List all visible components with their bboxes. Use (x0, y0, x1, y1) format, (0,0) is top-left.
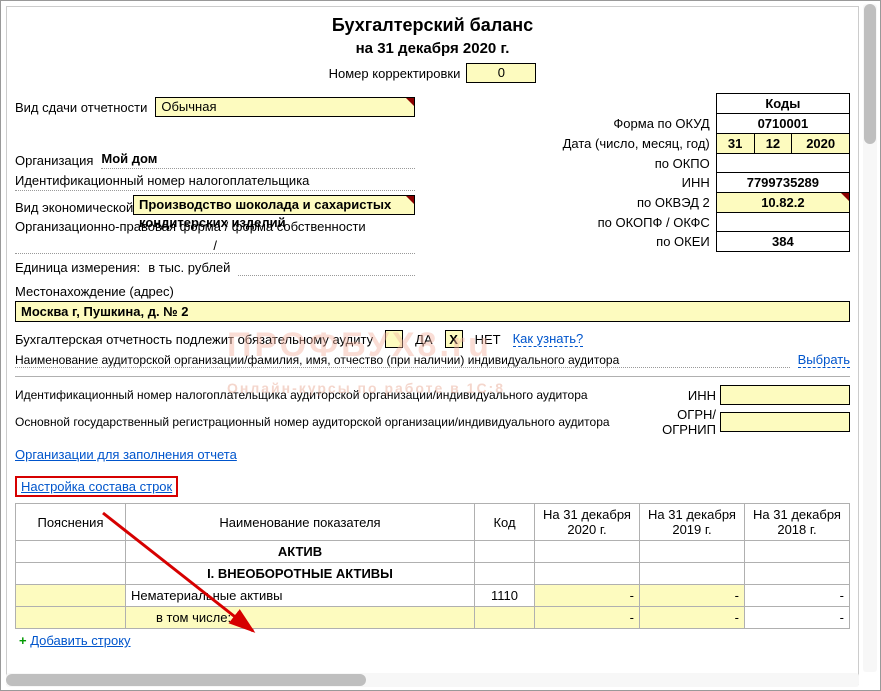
scrollbar-horizontal[interactable] (6, 673, 859, 687)
document-viewport: Бухгалтерский баланс на 31 декабря 2020 … (6, 6, 859, 685)
okopf-label: по ОКОПФ / ОКФС (425, 213, 716, 232)
auditor-select-link[interactable]: Выбрать (798, 352, 850, 368)
auditor-inn-label: Идентификационный номер налогоплательщик… (15, 388, 650, 402)
section-row: АКТИВ (16, 541, 850, 563)
col-explain: Пояснения (16, 504, 126, 541)
row1-y2[interactable]: - (745, 585, 850, 607)
okei-label: по ОКЕИ (425, 232, 716, 252)
col-y0: На 31 декабря 2020 г. (535, 504, 640, 541)
address-label: Местонахождение (адрес) (15, 284, 174, 299)
section-row-2: I. ВНЕОБОРОТНЫЕ АКТИВЫ (16, 563, 850, 585)
codes-header: Коды (716, 94, 849, 114)
row1-name: Нематериальные активы (126, 585, 475, 607)
config-rows-link[interactable]: Настройка состава строк (21, 479, 172, 494)
date-label: Дата (число, месяц, год) (425, 134, 716, 154)
row2-y0[interactable]: - (535, 607, 640, 629)
date-month[interactable]: 12 (754, 134, 792, 154)
org-label: Организация (15, 153, 93, 168)
auditor-name-label: Наименование аудиторской организации/фам… (15, 353, 790, 368)
col-y1: На 31 декабря 2019 г. (640, 504, 745, 541)
audit-yes-label: ДА (415, 332, 432, 347)
auditor-inn-short: ИНН (650, 388, 720, 403)
how-to-know-link[interactable]: Как узнать? (513, 331, 584, 347)
page-title: Бухгалтерский баланс (15, 15, 850, 36)
date-year[interactable]: 2020 (792, 134, 850, 154)
correction-label: Номер корректировки (329, 66, 461, 81)
okud-label: Форма по ОКУД (425, 114, 716, 134)
table-row[interactable]: в том числе: - - - (16, 607, 850, 629)
scrollbar-vertical[interactable] (863, 4, 877, 672)
row1-code: 1110 (475, 585, 535, 607)
address-field[interactable]: Москва г, Пушкина, д. № 2 (15, 301, 850, 322)
section-vneob: I. ВНЕОБОРОТНЫЕ АКТИВЫ (126, 563, 475, 585)
balance-table: Пояснения Наименование показателя Код На… (15, 503, 850, 629)
audit-yes-checkbox[interactable] (385, 330, 403, 348)
okud-value: 0710001 (716, 114, 849, 134)
submission-field[interactable]: Обычная (155, 97, 415, 117)
section-aktiv: АКТИВ (126, 541, 475, 563)
date-day[interactable]: 31 (716, 134, 754, 154)
config-rows-box: Настройка состава строк (15, 476, 178, 497)
auditor-ogrn-field[interactable] (720, 412, 850, 432)
auditor-inn-field[interactable] (720, 385, 850, 405)
auditor-ogrn-label: Основной государственный регистрационный… (15, 415, 650, 429)
col-y2: На 31 декабря 2018 г. (745, 504, 850, 541)
scrollbar-thumb[interactable] (864, 4, 876, 144)
scrollbar-thumb-h[interactable] (6, 674, 366, 686)
correction-value[interactable]: 0 (466, 63, 536, 83)
row1-y1[interactable]: - (640, 585, 745, 607)
units-underline (238, 258, 415, 276)
audit-no-checkbox[interactable]: Х (445, 330, 463, 348)
row2-name[interactable]: в том числе: (126, 607, 475, 629)
row1-y0[interactable]: - (535, 585, 640, 607)
col-name: Наименование показателя (126, 504, 475, 541)
inn-code-label: ИНН (425, 173, 716, 193)
auditor-ogrn-short: ОГРН/ ОГРНИП (650, 407, 720, 437)
okpo-label: по ОКПО (425, 154, 716, 173)
plus-icon: + (19, 633, 27, 648)
okved-label: по ОКВЭД 2 (425, 193, 716, 213)
okopf-value (716, 213, 849, 232)
org-name[interactable]: Мой дом (101, 151, 415, 169)
units-value: в тыс. рублей (148, 260, 230, 275)
inn-label: Идентификационный номер налогоплательщик… (15, 173, 415, 191)
table-row[interactable]: Нематериальные активы 1110 - - - (16, 585, 850, 607)
codes-table: Коды Форма по ОКУД0710001 Дата (число, м… (425, 93, 850, 252)
add-row-link[interactable]: Добавить строку (30, 633, 130, 648)
audit-no-label: НЕТ (475, 332, 501, 347)
audit-label: Бухгалтерская отчетность подлежит обязат… (15, 332, 373, 347)
col-code: Код (475, 504, 535, 541)
okved-value[interactable]: 10.82.2 (716, 193, 849, 213)
okei-value: 384 (716, 232, 849, 252)
divider (15, 376, 850, 377)
activity-label: Вид экономической деятельности (15, 200, 125, 215)
inn-value: 7799735289 (716, 173, 849, 193)
submission-label: Вид сдачи отчетности (15, 100, 147, 115)
units-label: Единица измерения: (15, 260, 140, 275)
activity-field[interactable]: Производство шоколада и сахаристых конди… (133, 195, 415, 215)
row2-y2[interactable]: - (745, 607, 850, 629)
legal-form-value[interactable]: / (15, 238, 415, 254)
row2-y1[interactable]: - (640, 607, 745, 629)
page-subtitle: на 31 декабря 2020 г. (15, 40, 850, 57)
okpo-value (716, 154, 849, 173)
org-fill-link[interactable]: Организации для заполнения отчета (15, 447, 237, 462)
